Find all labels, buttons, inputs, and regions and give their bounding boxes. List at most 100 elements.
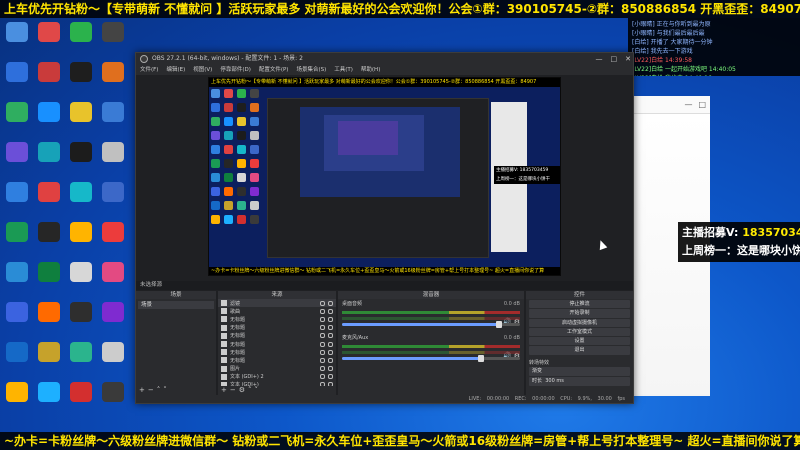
menu-item[interactable]: 工具(T) <box>334 65 353 75</box>
control-button[interactable]: 停止推流 <box>529 300 630 309</box>
duration-field[interactable]: 时长 300 ms <box>529 376 630 386</box>
desktop-icon[interactable] <box>34 142 64 180</box>
visibility-eye-icon[interactable] <box>320 357 325 363</box>
volume-slider[interactable] <box>342 355 520 362</box>
lock-icon[interactable] <box>328 341 333 347</box>
desktop-icon[interactable] <box>2 102 32 140</box>
menu-item[interactable]: 帮助(H) <box>361 65 380 75</box>
minimize-icon[interactable]: — <box>596 53 603 65</box>
desktop-icon[interactable] <box>2 142 32 180</box>
source-row[interactable]: 歌曲 <box>218 307 336 315</box>
visibility-eye-icon[interactable] <box>320 308 325 314</box>
desktop-icon[interactable] <box>98 62 128 100</box>
source-row[interactable]: 滤镜 <box>218 299 336 308</box>
visibility-eye-icon[interactable] <box>320 300 325 306</box>
desktop-icon[interactable] <box>34 382 64 420</box>
menu-item[interactable]: 停靠部件(D) <box>220 65 251 75</box>
obs-titlebar[interactable]: OBS 27.2.1 (64-bit, windows) - 配置文件: 1 -… <box>136 53 633 65</box>
remove-icon[interactable]: − <box>148 386 157 394</box>
desktop-icon[interactable] <box>66 302 96 340</box>
visibility-eye-icon[interactable] <box>320 349 325 355</box>
visibility-eye-icon[interactable] <box>320 325 325 331</box>
down-icon[interactable]: ˅ <box>255 386 262 394</box>
visibility-eye-icon[interactable] <box>320 341 325 347</box>
gear-icon[interactable]: ⚙ <box>239 386 248 394</box>
desktop-icon[interactable] <box>98 142 128 180</box>
desktop-icon[interactable] <box>34 262 64 300</box>
maximize-icon[interactable]: □ <box>698 100 706 109</box>
source-row[interactable]: 无标题 <box>218 348 336 356</box>
desktop-icon[interactable] <box>34 182 64 220</box>
desktop-icon[interactable] <box>34 302 64 340</box>
desktop-icon[interactable] <box>98 342 128 380</box>
desktop-icon[interactable] <box>2 22 32 60</box>
source-row[interactable]: 无标题 <box>218 324 336 332</box>
desktop-icon[interactable] <box>66 182 96 220</box>
menu-item[interactable]: 文件(F) <box>140 65 158 75</box>
volume-slider[interactable] <box>342 321 520 328</box>
add-icon[interactable]: + <box>221 386 230 394</box>
lock-icon[interactable] <box>328 333 333 339</box>
down-icon[interactable]: ˅ <box>163 386 170 394</box>
desktop-icon[interactable] <box>34 22 64 60</box>
menu-item[interactable]: 配置文件(P) <box>259 65 289 75</box>
desktop-icon[interactable] <box>66 22 96 60</box>
lock-icon[interactable] <box>328 316 333 322</box>
desktop-icon[interactable] <box>2 62 32 100</box>
visibility-eye-icon[interactable] <box>320 374 325 380</box>
source-row[interactable]: 无标题 <box>218 340 336 348</box>
desktop-icon[interactable] <box>98 102 128 140</box>
obs-preview[interactable]: 上车优先开钻粉～【专带萌新 不懂就问 】活跃玩家最多 对萌新最好的公会欢迎你！公… <box>208 77 561 276</box>
desktop-icon[interactable] <box>34 342 64 380</box>
visibility-eye-icon[interactable] <box>320 366 325 372</box>
desktop-icon[interactable] <box>66 382 96 420</box>
lock-icon[interactable] <box>328 357 333 363</box>
desktop-icon[interactable] <box>2 382 32 420</box>
control-button[interactable]: 启动虚拟摄像机 <box>529 318 630 327</box>
control-button[interactable]: 开始录制 <box>529 309 630 318</box>
scene-item[interactable]: 场景 <box>138 301 214 309</box>
desktop-icon[interactable] <box>66 62 96 100</box>
desktop-icon[interactable] <box>66 342 96 380</box>
minimize-icon[interactable]: — <box>684 100 692 109</box>
desktop-icon[interactable] <box>66 222 96 260</box>
maximize-icon[interactable]: □ <box>611 53 618 65</box>
desktop-icon[interactable] <box>2 222 32 260</box>
desktop-icon[interactable] <box>66 262 96 300</box>
lock-icon[interactable] <box>328 300 333 306</box>
desktop-icon[interactable] <box>98 182 128 220</box>
desktop-icon[interactable] <box>2 302 32 340</box>
lock-icon[interactable] <box>328 308 333 314</box>
control-button[interactable]: 设置 <box>529 337 630 346</box>
lock-icon[interactable] <box>328 349 333 355</box>
source-row[interactable]: 图片 <box>218 365 336 373</box>
source-row[interactable]: 无标题 <box>218 356 336 364</box>
desktop-icon[interactable] <box>98 22 128 60</box>
source-row[interactable]: 无标题 <box>218 315 336 323</box>
close-icon[interactable]: ✕ <box>625 53 631 65</box>
visibility-eye-icon[interactable] <box>320 316 325 322</box>
control-button[interactable]: 退出 <box>529 346 630 355</box>
lock-icon[interactable] <box>328 374 333 380</box>
remove-icon[interactable]: − <box>230 386 239 394</box>
desktop-icon[interactable] <box>66 142 96 180</box>
add-icon[interactable]: + <box>139 386 148 394</box>
menu-item[interactable]: 场景集合(S) <box>296 65 326 75</box>
lock-icon[interactable] <box>328 366 333 372</box>
visibility-eye-icon[interactable] <box>320 333 325 339</box>
menu-item[interactable]: 编辑(E) <box>166 65 185 75</box>
desktop-icon[interactable] <box>2 342 32 380</box>
desktop-icon[interactable] <box>98 222 128 260</box>
desktop-icon[interactable] <box>34 222 64 260</box>
transition-select[interactable]: 渐变 <box>529 366 630 376</box>
lock-icon[interactable] <box>328 325 333 331</box>
desktop-icon[interactable] <box>34 62 64 100</box>
desktop-icon[interactable] <box>98 382 128 420</box>
desktop-icon[interactable] <box>2 262 32 300</box>
desktop-icon[interactable] <box>66 102 96 140</box>
source-row[interactable]: 文本 (GDI+) 2 <box>218 373 336 381</box>
obs-window[interactable]: OBS 27.2.1 (64-bit, windows) - 配置文件: 1 -… <box>135 52 634 404</box>
menu-item[interactable]: 视图(V) <box>193 65 212 75</box>
control-button[interactable]: 工作室模式 <box>529 327 630 337</box>
desktop-icon[interactable] <box>98 262 128 300</box>
